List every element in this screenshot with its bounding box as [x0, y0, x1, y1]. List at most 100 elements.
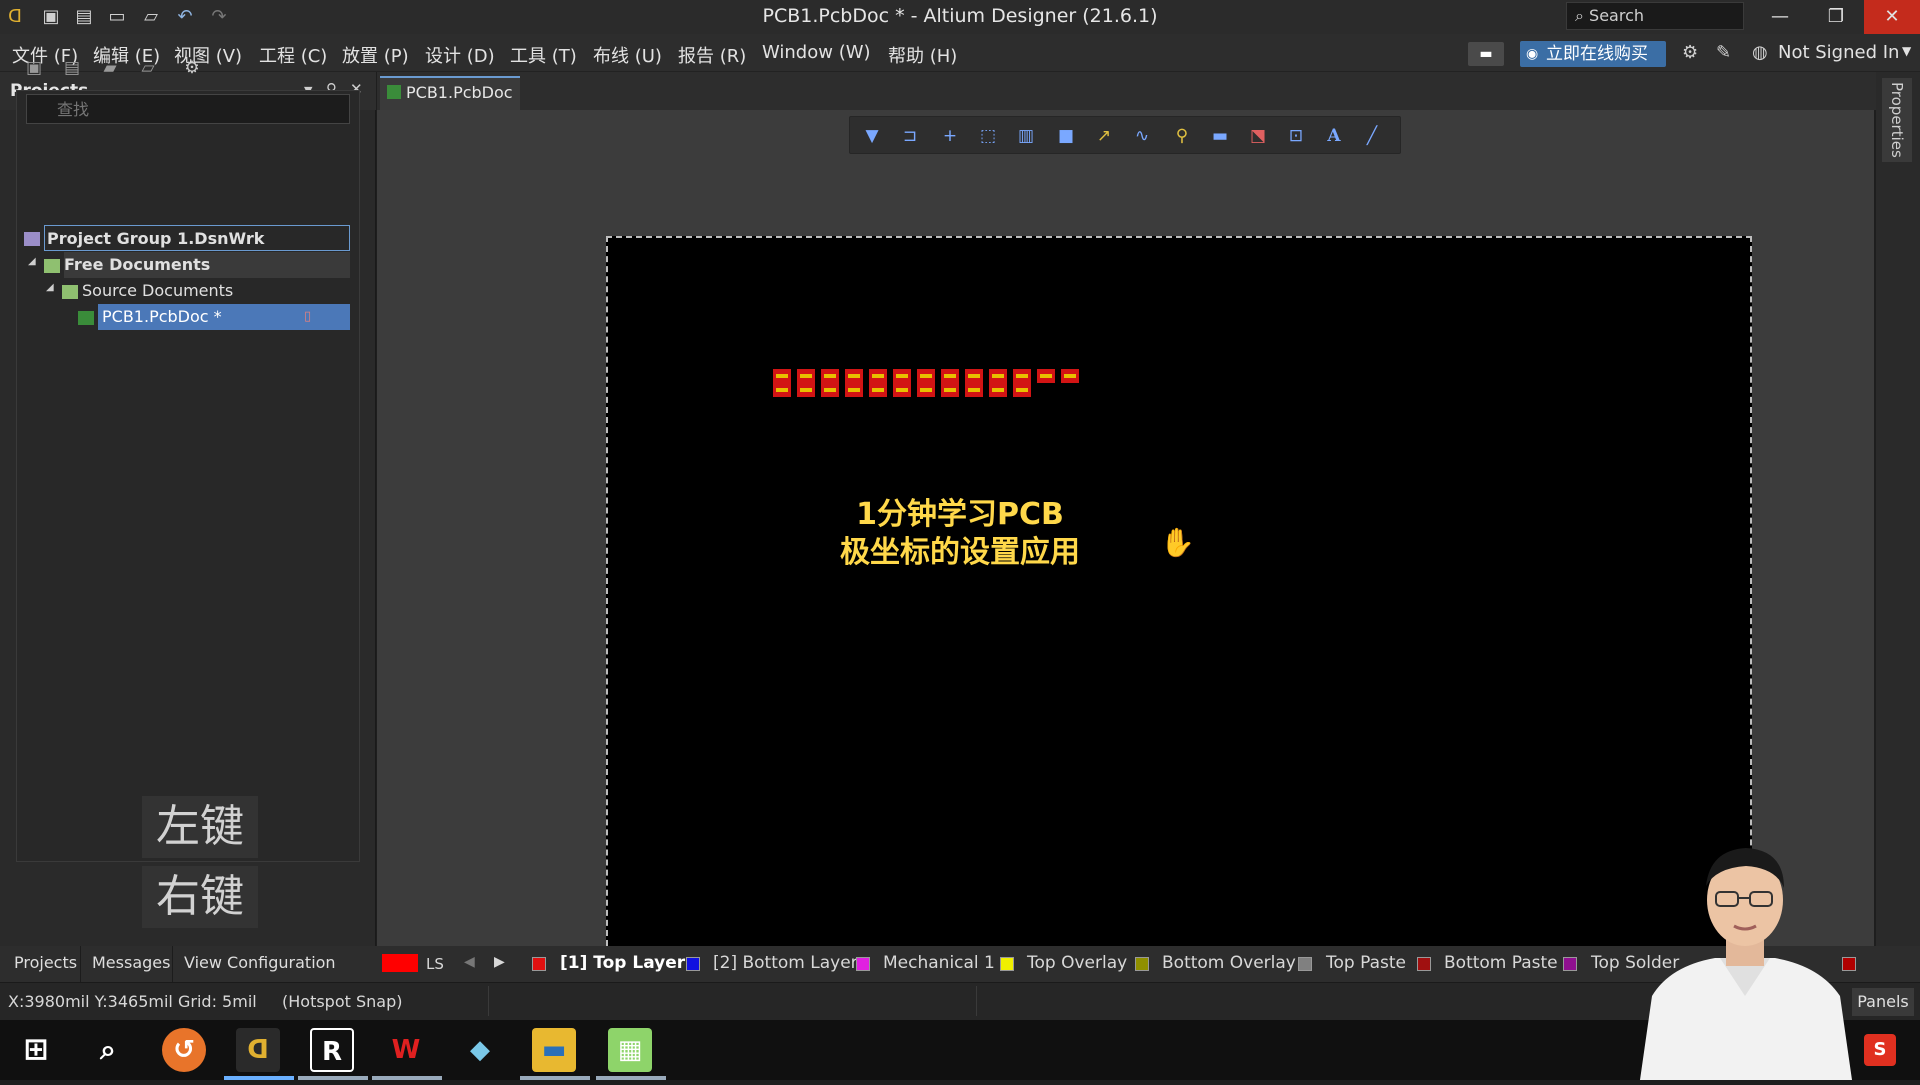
tab-projects[interactable]: Projects: [14, 953, 77, 972]
buy-online-label: 立即在线购买: [1546, 44, 1648, 64]
tree-item-project-group[interactable]: Project Group 1.DsnWrk: [44, 225, 350, 251]
save-all-icon[interactable]: ▤: [73, 6, 95, 28]
layer-swatch-top-overlay: [1000, 957, 1014, 971]
properties-strip: [1876, 72, 1920, 948]
altium-designer-icon[interactable]: ᗡ: [236, 1028, 280, 1072]
save-project-icon[interactable]: ▣: [22, 58, 46, 82]
chat-icon: ▬: [1479, 46, 1493, 62]
layer-tab-top-overlay[interactable]: Top Overlay: [1027, 953, 1127, 973]
running-app-indicator: [520, 1076, 590, 1080]
properties-tab-label[interactable]: Properties: [1882, 78, 1912, 162]
menu-reports[interactable]: 报告 (R): [678, 42, 746, 68]
align-icon[interactable]: ▥: [1014, 125, 1038, 147]
layer-tab-mechanical-1[interactable]: Mechanical 1: [883, 953, 995, 973]
filter-icon[interactable]: ▼: [860, 125, 884, 147]
footprint-pad: [1013, 383, 1031, 397]
interactive-select-icon[interactable]: ⊐: [898, 125, 922, 147]
save-icon[interactable]: ▣: [40, 6, 62, 28]
menu-tools[interactable]: 工具 (T): [510, 42, 577, 68]
layer-prev-icon[interactable]: ◀: [464, 954, 475, 970]
expand-arrow-icon[interactable]: ◢: [46, 282, 54, 293]
menu-design[interactable]: 设计 (D): [425, 42, 495, 68]
layer-tab-top-paste[interactable]: Top Paste: [1326, 953, 1406, 973]
notifications-icon[interactable]: ✎: [1716, 42, 1731, 63]
open-project-icon[interactable]: ▱: [140, 6, 162, 28]
current-layer-color[interactable]: [382, 954, 418, 972]
panels-button[interactable]: Panels: [1852, 988, 1914, 1016]
dimension-icon[interactable]: ⊡: [1284, 125, 1308, 147]
title-search-box[interactable]: ⌕ Search: [1566, 2, 1744, 30]
status-divider: [976, 986, 977, 1016]
footprint-pad: [1061, 369, 1079, 383]
app-recorder-icon[interactable]: ↺: [162, 1028, 206, 1072]
folder-icon[interactable]: ▰: [98, 58, 122, 82]
copy-project-icon[interactable]: ▤: [60, 58, 84, 82]
keepout-icon[interactable]: ⬔: [1246, 125, 1270, 147]
folder-add-icon[interactable]: ▱: [136, 58, 160, 82]
polygon-icon[interactable]: ▬: [1208, 125, 1232, 147]
wps-office-icon[interactable]: W: [384, 1028, 428, 1072]
sogou-input-icon[interactable]: S: [1864, 1034, 1896, 1066]
feedback-button[interactable]: ▬: [1468, 42, 1504, 66]
project-settings-icon[interactable]: ⚙: [180, 58, 204, 82]
component-icon[interactable]: ■: [1054, 125, 1078, 147]
gear-icon[interactable]: ⚙: [1682, 42, 1698, 63]
tune-length-icon[interactable]: ∿: [1130, 125, 1154, 147]
menu-help[interactable]: 帮助 (H): [888, 42, 957, 68]
footprint-pad: [1037, 369, 1055, 383]
layer-next-icon[interactable]: ▶: [494, 954, 505, 970]
altium-logo-icon: ᗡ: [8, 6, 22, 27]
footprint-pad: [941, 369, 959, 383]
tab-view-configuration[interactable]: View Configuration: [184, 953, 336, 972]
select-area-icon[interactable]: ⬚: [976, 125, 1000, 147]
restore-button[interactable]: ❐: [1808, 0, 1864, 34]
layer-set-button[interactable]: LS: [426, 955, 444, 973]
close-button[interactable]: ✕: [1864, 0, 1920, 34]
layer-tab-bottom-layer[interactable]: [2] Bottom Layer: [713, 953, 858, 973]
chevron-down-icon[interactable]: ▼: [1902, 44, 1911, 58]
taskbar-search-icon[interactable]: ⌕: [86, 1028, 130, 1072]
undo-icon[interactable]: ↶: [174, 6, 196, 28]
tree-item-source-documents[interactable]: Source Documents: [82, 278, 350, 304]
footprint-pad: [965, 383, 983, 397]
text-tool-icon[interactable]: A: [1322, 125, 1346, 147]
layer-tab-bottom-paste[interactable]: Bottom Paste: [1444, 953, 1558, 973]
menu-route[interactable]: 布线 (U): [593, 42, 662, 68]
folder-icon: [62, 285, 78, 299]
via-icon[interactable]: ⚲: [1170, 125, 1194, 147]
open-folder-icon[interactable]: ▭: [106, 6, 128, 28]
layer-swatch-bottom: [686, 957, 700, 971]
app-notes-icon[interactable]: ◆: [458, 1028, 502, 1072]
user-sign-in[interactable]: Not Signed In: [1778, 42, 1899, 63]
tab-messages[interactable]: Messages: [92, 953, 170, 972]
menu-project[interactable]: 工程 (C): [259, 42, 327, 68]
windows-start-icon[interactable]: ⊞: [14, 1028, 58, 1072]
tree-item-label: PCB1.PcbDoc *: [102, 307, 222, 326]
tree-item-pcb-doc[interactable]: PCB1.PcbDoc * ▯: [98, 304, 350, 330]
expand-arrow-icon[interactable]: ◢: [28, 256, 36, 267]
tree-item-label: Free Documents: [64, 255, 211, 274]
menu-window[interactable]: Window (W): [762, 42, 871, 63]
menu-place[interactable]: 放置 (P): [342, 42, 409, 68]
layer-tab-top-layer[interactable]: [1] Top Layer: [560, 953, 685, 973]
footprint-pad: [797, 369, 815, 383]
route-icon[interactable]: ↗: [1092, 125, 1116, 147]
cart-icon: ◉: [1526, 46, 1539, 62]
app-calendar-icon[interactable]: ▦: [608, 1028, 652, 1072]
redo-icon[interactable]: ↷: [208, 6, 230, 28]
tree-item-free-documents[interactable]: Free Documents: [64, 252, 350, 278]
line-tool-icon[interactable]: ╱: [1360, 125, 1384, 147]
file-explorer-icon[interactable]: ▬: [532, 1028, 576, 1072]
tab-pcb1-pcbdoc[interactable]: PCB1.PcbDoc *: [380, 76, 520, 132]
overlay-line-2: 极坐标的设置应用: [840, 535, 1080, 570]
minimize-button[interactable]: —: [1752, 0, 1808, 34]
pcb-board[interactable]: [606, 236, 1752, 946]
layer-tab-bottom-overlay[interactable]: Bottom Overlay: [1162, 953, 1296, 973]
projects-search-input[interactable]: [26, 94, 350, 124]
crosshair-icon[interactable]: +: [938, 125, 962, 147]
buy-online-button[interactable]: ◉ 立即在线购买: [1520, 41, 1666, 67]
footprint-pad: [845, 383, 863, 397]
app-r-icon[interactable]: R: [310, 1028, 354, 1072]
search-icon: ⌕: [1575, 6, 1590, 25]
project-group-icon: [24, 232, 40, 246]
